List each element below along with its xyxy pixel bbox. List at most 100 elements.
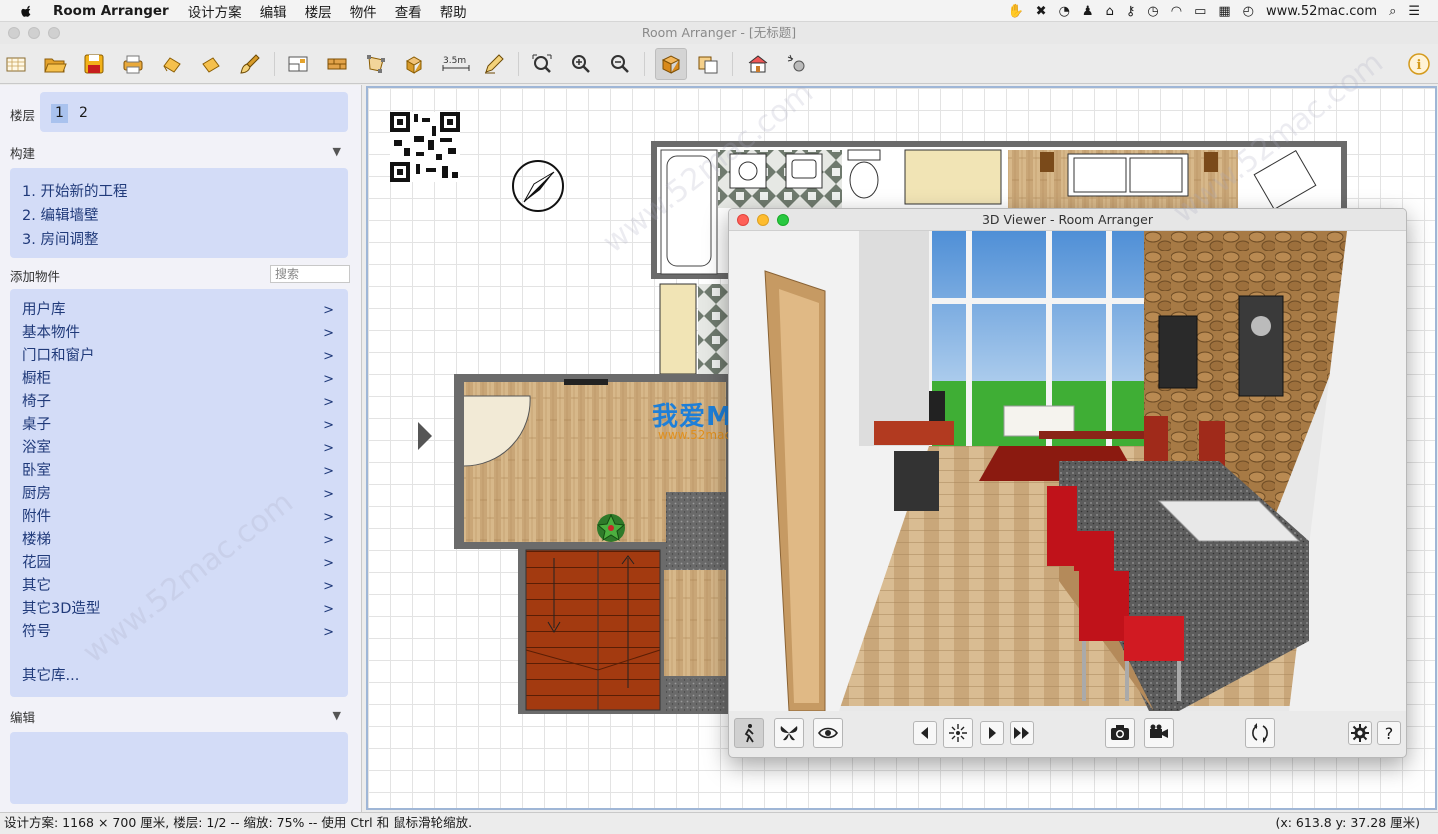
new-icon[interactable]: [2, 50, 30, 78]
kitchen-counter-lower[interactable]: [666, 678, 726, 712]
prev-icon[interactable]: [913, 721, 937, 745]
zoom-in-icon[interactable]: [567, 50, 595, 78]
floor-2-button[interactable]: 2: [75, 104, 92, 123]
room-icon[interactable]: [284, 50, 312, 78]
staircase-right[interactable]: [597, 549, 661, 711]
step-new-project[interactable]: 1. 开始新的工程: [22, 180, 127, 201]
center-icon[interactable]: [943, 718, 973, 748]
double-sink[interactable]: [1067, 153, 1189, 197]
save-icon[interactable]: [80, 50, 108, 78]
print-icon[interactable]: [119, 50, 147, 78]
3d-layers-icon[interactable]: [694, 50, 722, 78]
other-libraries-link[interactable]: 其它库...: [22, 665, 338, 688]
floor-1-button[interactable]: 1: [51, 104, 68, 123]
gear-icon[interactable]: [1348, 721, 1372, 745]
category-bedroom[interactable]: 卧室 >: [22, 460, 338, 483]
tools-icon[interactable]: ✖: [1036, 4, 1047, 19]
staircase-left[interactable]: [525, 549, 599, 711]
category-user-library[interactable]: 用户库 >: [22, 299, 338, 322]
search-icon[interactable]: ⌕: [1389, 4, 1396, 19]
status-menus: ✋ ✖ ◔ ♟ ⌂ ⚷ ◷ ◠ ▭ ▦ ◴ www.52mac.com ⌕ ☰: [1001, 0, 1438, 22]
help-button[interactable]: ?: [1377, 721, 1401, 745]
build-collapse-icon[interactable]: ▼: [333, 145, 341, 158]
menu-help[interactable]: 帮助: [440, 1, 467, 21]
fly-icon[interactable]: [774, 718, 804, 748]
3d-render-view[interactable]: [729, 231, 1407, 711]
eye-icon[interactable]: [813, 718, 843, 748]
category-chairs[interactable]: 椅子 >: [22, 391, 338, 414]
fast-forward-icon[interactable]: [1010, 721, 1034, 745]
add-objects-label: 添加物件: [10, 269, 61, 284]
close-button[interactable]: [8, 27, 20, 39]
cabinet[interactable]: [904, 149, 1002, 205]
status-url[interactable]: www.52mac.com: [1266, 4, 1377, 19]
flag-icon[interactable]: ▦: [1218, 4, 1230, 19]
qq-icon[interactable]: ♟: [1082, 4, 1094, 19]
sink[interactable]: [785, 153, 823, 189]
clock-icon[interactable]: ◴: [1243, 4, 1254, 19]
time-machine-icon[interactable]: ◷: [1147, 4, 1158, 19]
open-icon[interactable]: [41, 50, 69, 78]
menu-edit[interactable]: 编辑: [260, 1, 287, 21]
dimension-icon[interactable]: 3.5m: [440, 50, 472, 78]
kitchen-counter[interactable]: [666, 492, 726, 570]
video-icon[interactable]: [1144, 718, 1174, 748]
viewer-close-button[interactable]: [737, 214, 749, 226]
poster-portrait: [1238, 295, 1284, 397]
category-other[interactable]: 其它 >: [22, 575, 338, 598]
pencil-icon[interactable]: [480, 50, 508, 78]
edit-collapse-icon[interactable]: ▼: [333, 709, 341, 722]
info-icon[interactable]: i: [1405, 50, 1433, 78]
plant-icon[interactable]: [596, 513, 626, 542]
toilet[interactable]: [849, 161, 879, 199]
zoom-out-icon[interactable]: [606, 50, 634, 78]
step-edit-walls[interactable]: 2. 编辑墙壁: [22, 204, 98, 225]
minimize-button[interactable]: [28, 27, 40, 39]
redo-icon[interactable]: [197, 50, 225, 78]
object-search-input[interactable]: 搜索: [270, 265, 350, 283]
category-doors-windows[interactable]: 门口和窗户 >: [22, 345, 338, 368]
category-cabinets[interactable]: 橱柜 >: [22, 368, 338, 391]
rotate-icon[interactable]: [1245, 718, 1275, 748]
closet[interactable]: [659, 283, 697, 375]
object-icon[interactable]: [401, 50, 429, 78]
paint-icon[interactable]: [236, 50, 264, 78]
category-basic-objects[interactable]: 基本物件 >: [22, 322, 338, 345]
camera-icon[interactable]: [1105, 718, 1135, 748]
3d-box-icon[interactable]: [655, 48, 687, 80]
play-icon[interactable]: [980, 721, 1004, 745]
battery-icon[interactable]: ▭: [1194, 4, 1206, 19]
polygon-icon[interactable]: [362, 50, 390, 78]
settings-icon[interactable]: [783, 50, 811, 78]
house-icon[interactable]: [744, 50, 772, 78]
category-stairs[interactable]: 楼梯 >: [22, 529, 338, 552]
zoom-fit-icon[interactable]: [528, 50, 556, 78]
category-kitchen[interactable]: 厨房 >: [22, 483, 338, 506]
step-adjust-room[interactable]: 3. 房间调整: [22, 228, 98, 249]
category-tables[interactable]: 桌子 >: [22, 414, 338, 437]
timer-icon[interactable]: ◔: [1059, 4, 1070, 19]
menu-floor[interactable]: 楼层: [305, 1, 332, 21]
viewer-minimize-button[interactable]: [757, 214, 769, 226]
category-garden[interactable]: 花园 >: [22, 552, 338, 575]
undo-icon[interactable]: [158, 50, 186, 78]
menu-view[interactable]: 查看: [395, 1, 422, 21]
wifi-icon[interactable]: ◠: [1171, 4, 1182, 19]
key-icon[interactable]: ⚷: [1126, 4, 1136, 19]
wall-icon[interactable]: [323, 50, 351, 78]
category-symbols[interactable]: 符号 >: [22, 621, 338, 644]
bidet[interactable]: [729, 153, 767, 189]
hand-icon[interactable]: ✋: [1007, 4, 1023, 19]
menu-objects[interactable]: 物件: [350, 1, 377, 21]
zoom-button[interactable]: [48, 27, 60, 39]
viewer-zoom-button[interactable]: [777, 214, 789, 226]
control-center-icon[interactable]: ☰: [1408, 4, 1420, 19]
lock-icon[interactable]: ⌂: [1106, 4, 1114, 19]
menu-design[interactable]: 设计方案: [188, 1, 242, 21]
apple-menu-icon[interactable]: [17, 1, 37, 21]
category-bathroom[interactable]: 浴室 >: [22, 437, 338, 460]
category-accessories[interactable]: 附件 >: [22, 506, 338, 529]
walk-icon[interactable]: [734, 718, 764, 748]
app-menu[interactable]: Room Arranger: [53, 3, 169, 19]
category-other-3d[interactable]: 其它3D造型 >: [22, 598, 338, 621]
